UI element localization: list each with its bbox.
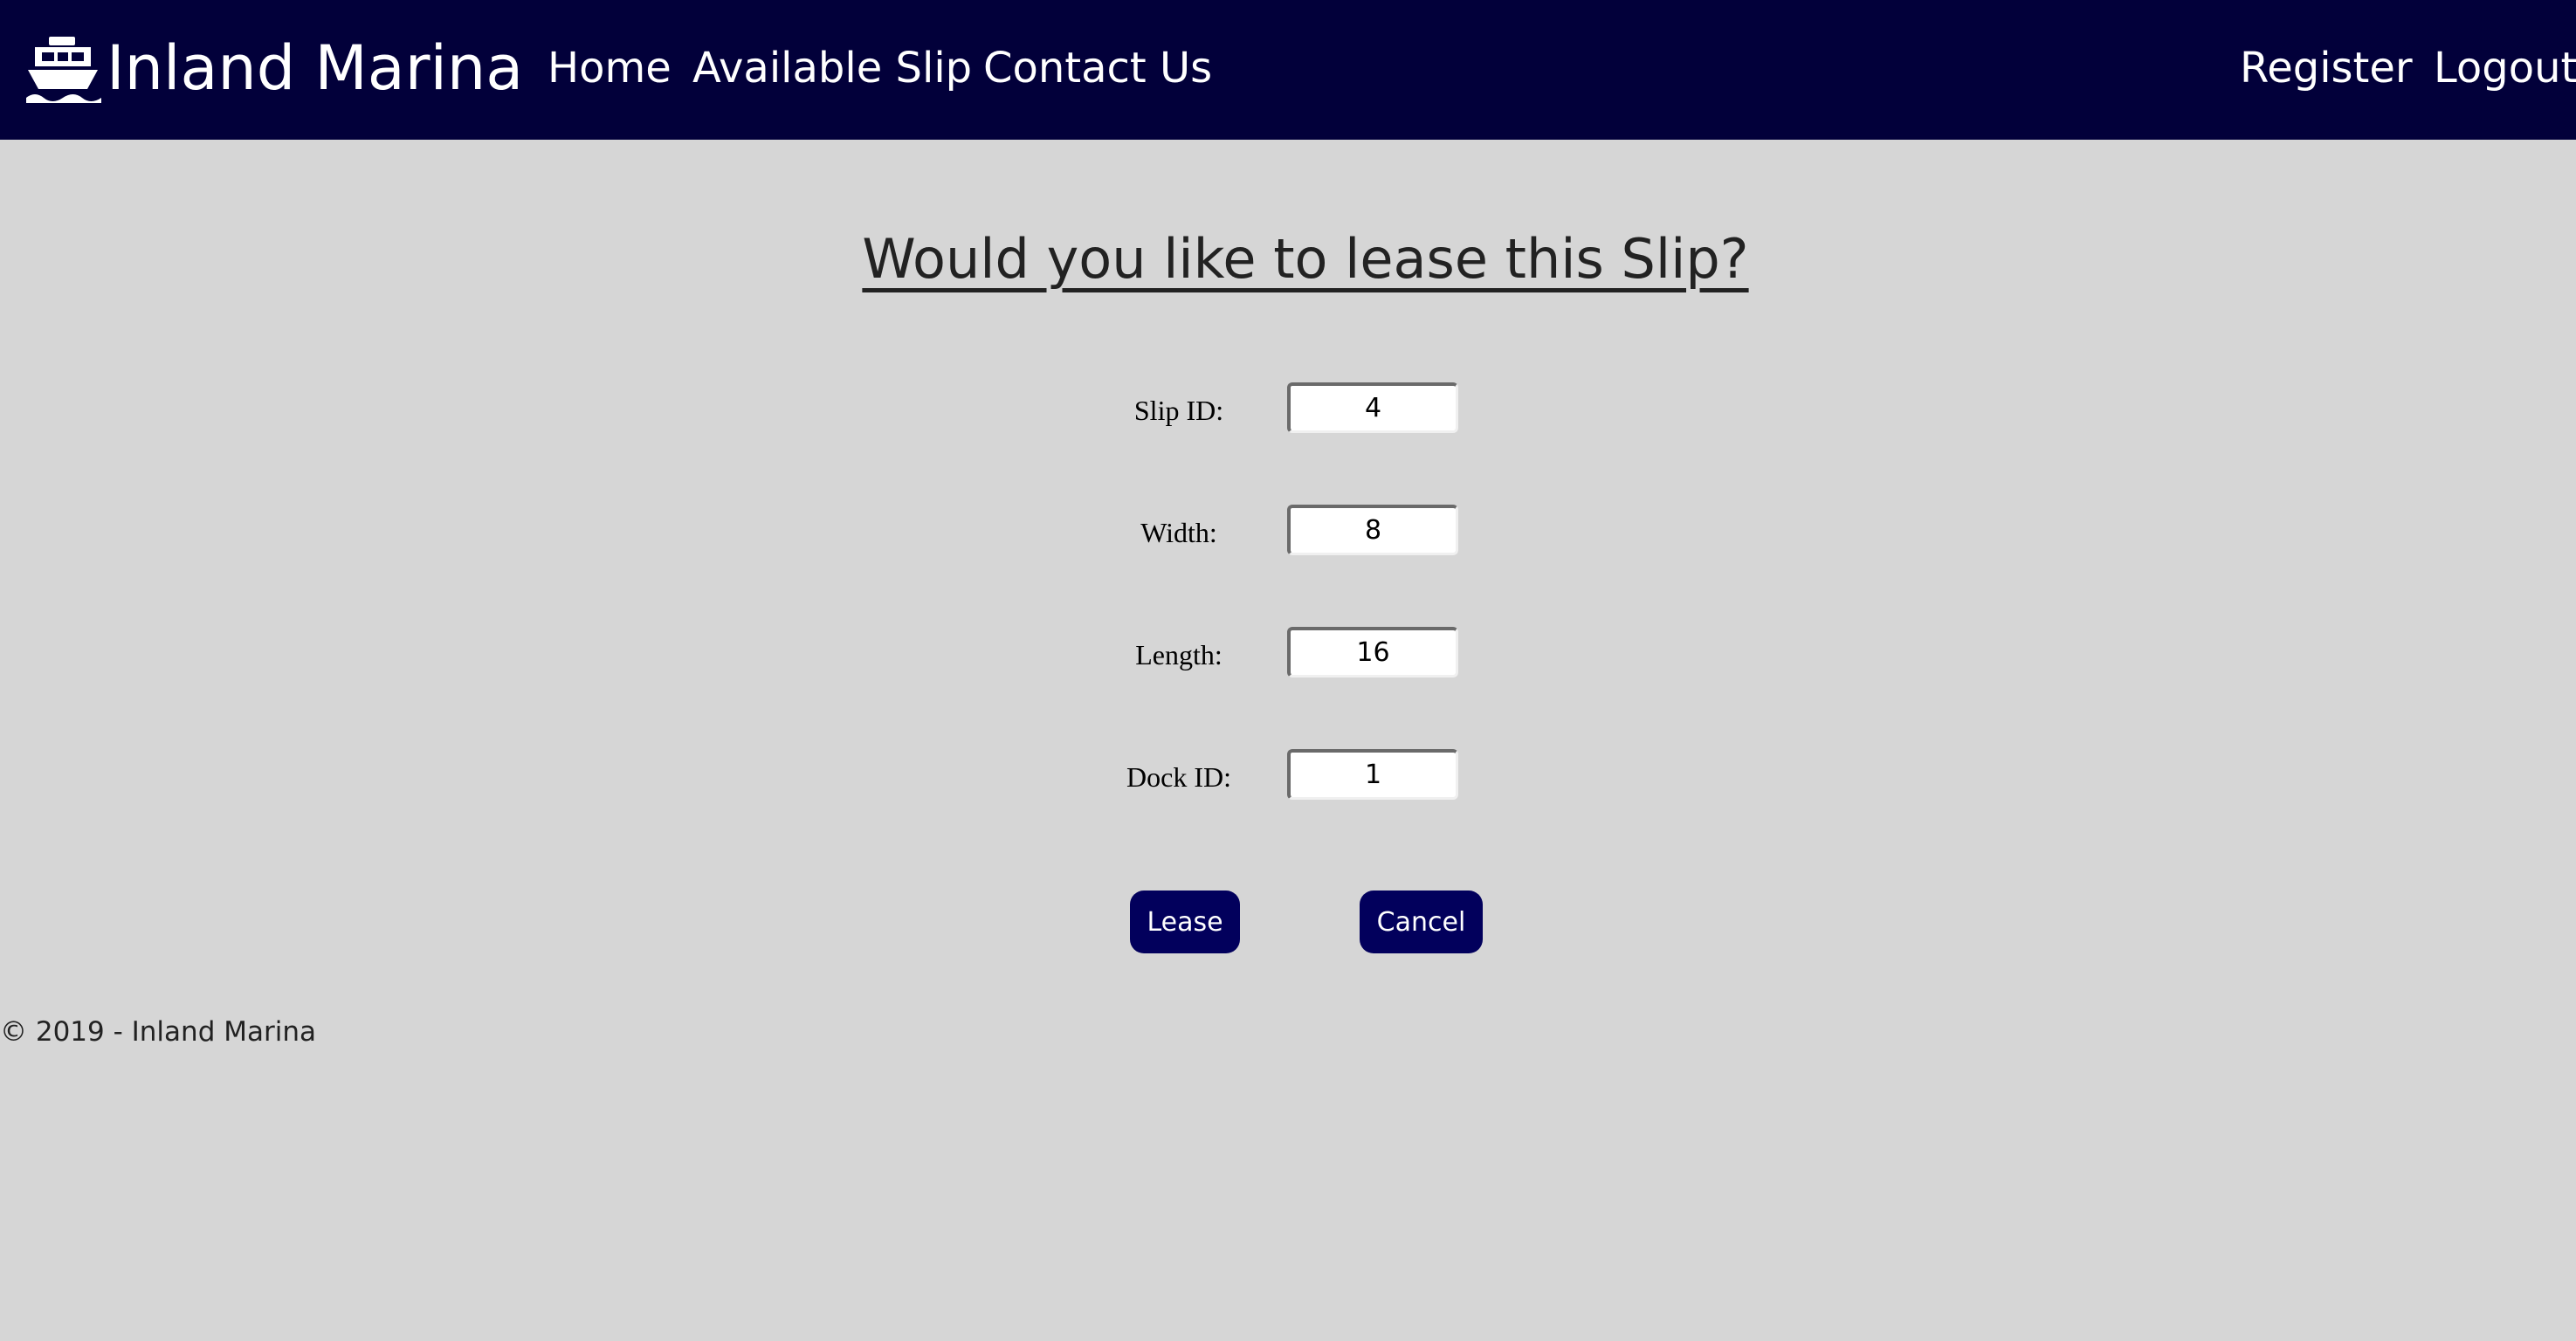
width-label: Width: bbox=[1140, 517, 1217, 548]
nav-logout[interactable]: Logout bbox=[2434, 40, 2576, 96]
cancel-button[interactable]: Cancel bbox=[1360, 891, 1483, 953]
lease-button[interactable]: Lease bbox=[1130, 891, 1240, 953]
dock-id-field[interactable] bbox=[1287, 749, 1458, 800]
nav-contact-us[interactable]: Contact Us bbox=[983, 40, 1212, 96]
navbar: Inland Marina Home Available Slip Contac… bbox=[0, 0, 2576, 140]
length-label: Length: bbox=[1135, 639, 1223, 670]
ship-icon bbox=[26, 37, 101, 103]
nav-register[interactable]: Register bbox=[2240, 40, 2413, 96]
width-field[interactable] bbox=[1287, 505, 1458, 555]
brand-link[interactable]: Inland Marina bbox=[23, 24, 523, 112]
length-field[interactable] bbox=[1287, 627, 1458, 677]
footer-copyright: © 2019 - Inland Marina bbox=[0, 1016, 316, 1048]
slip-id-label: Slip ID: bbox=[1133, 395, 1224, 426]
footer: © 2019 - Inland Marina bbox=[0, 1014, 316, 1049]
dock-id-label: Dock ID: bbox=[1126, 761, 1231, 793]
nav-home[interactable]: Home bbox=[548, 40, 672, 96]
slip-id-field[interactable] bbox=[1287, 382, 1458, 433]
brand-name: Inland Marina bbox=[107, 32, 524, 104]
nav-available-slip[interactable]: Available Slip bbox=[692, 40, 972, 96]
page-title: Would you like to lease this Slip? bbox=[862, 227, 1749, 291]
